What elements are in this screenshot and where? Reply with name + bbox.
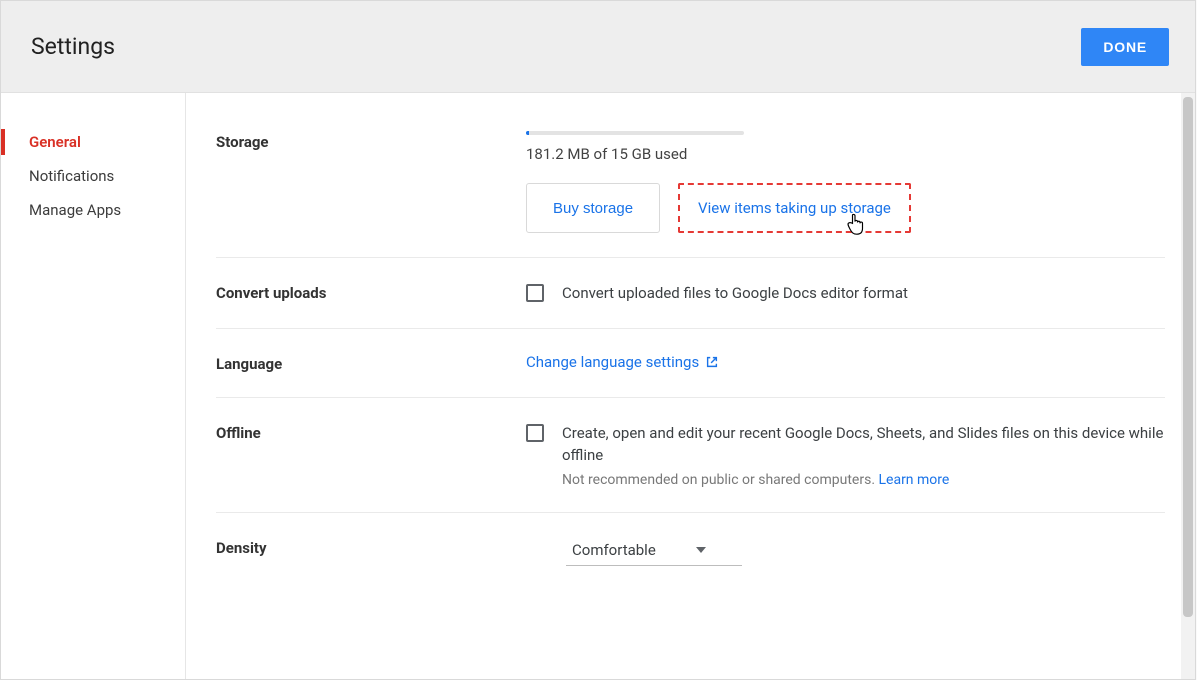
offline-hint-text: Not recommended on public or shared comp… — [562, 472, 878, 488]
main-panel: Storage 181.2 MB of 15 GB used Buy stora… — [185, 93, 1195, 679]
dialog-header: Settings DONE — [1, 1, 1195, 93]
offline-hint: Not recommended on public or shared comp… — [562, 472, 1165, 488]
buy-storage-button[interactable]: Buy storage — [526, 183, 660, 233]
storage-progress-fill — [526, 131, 529, 135]
sidebar-item-general[interactable]: General — [1, 125, 185, 159]
done-button[interactable]: DONE — [1081, 28, 1169, 66]
settings-dialog: Settings DONE General Notifications Mana… — [0, 0, 1196, 680]
dialog-body: General Notifications Manage Apps Storag… — [1, 93, 1195, 679]
convert-uploads-label: Convert uploaded files to Google Docs ed… — [562, 282, 908, 304]
scroll-thumb[interactable] — [1183, 97, 1193, 617]
scrollbar[interactable] — [1181, 93, 1195, 679]
section-title-convert: Convert uploads — [216, 282, 526, 304]
section-convert-uploads: Convert uploads Convert uploaded files t… — [216, 258, 1165, 329]
sidebar-item-label: General — [29, 133, 81, 151]
change-language-link[interactable]: Change language settings — [526, 353, 719, 371]
section-title-density: Density — [216, 537, 526, 566]
storage-progress-bar — [526, 131, 744, 135]
density-value: Comfortable — [572, 541, 656, 559]
sidebar-item-notifications[interactable]: Notifications — [1, 159, 185, 193]
sidebar-item-label: Manage Apps — [29, 201, 121, 219]
dialog-title: Settings — [31, 33, 115, 60]
view-items-highlight: View items taking up storage — [678, 183, 911, 233]
external-link-icon — [705, 355, 719, 369]
section-density: Density Comfortable — [216, 513, 1165, 590]
convert-uploads-checkbox[interactable] — [526, 284, 544, 302]
sidebar: General Notifications Manage Apps — [1, 93, 185, 679]
density-select[interactable]: Comfortable — [566, 537, 742, 566]
sidebar-item-label: Notifications — [29, 167, 114, 185]
section-storage: Storage 181.2 MB of 15 GB used Buy stora… — [216, 121, 1165, 258]
chevron-down-icon — [696, 547, 706, 553]
section-title-language: Language — [216, 353, 526, 373]
change-language-label: Change language settings — [526, 353, 699, 371]
offline-checkbox[interactable] — [526, 424, 544, 442]
view-items-link[interactable]: View items taking up storage — [698, 199, 891, 217]
section-offline: Offline Create, open and edit your recen… — [216, 398, 1165, 513]
offline-label: Create, open and edit your recent Google… — [562, 422, 1165, 466]
section-title-storage: Storage — [216, 131, 526, 233]
section-language: Language Change language settings — [216, 329, 1165, 398]
offline-learn-more-link[interactable]: Learn more — [878, 472, 949, 488]
sidebar-item-manage-apps[interactable]: Manage Apps — [1, 193, 185, 227]
storage-usage-text: 181.2 MB of 15 GB used — [526, 145, 1165, 163]
section-title-offline: Offline — [216, 422, 526, 488]
